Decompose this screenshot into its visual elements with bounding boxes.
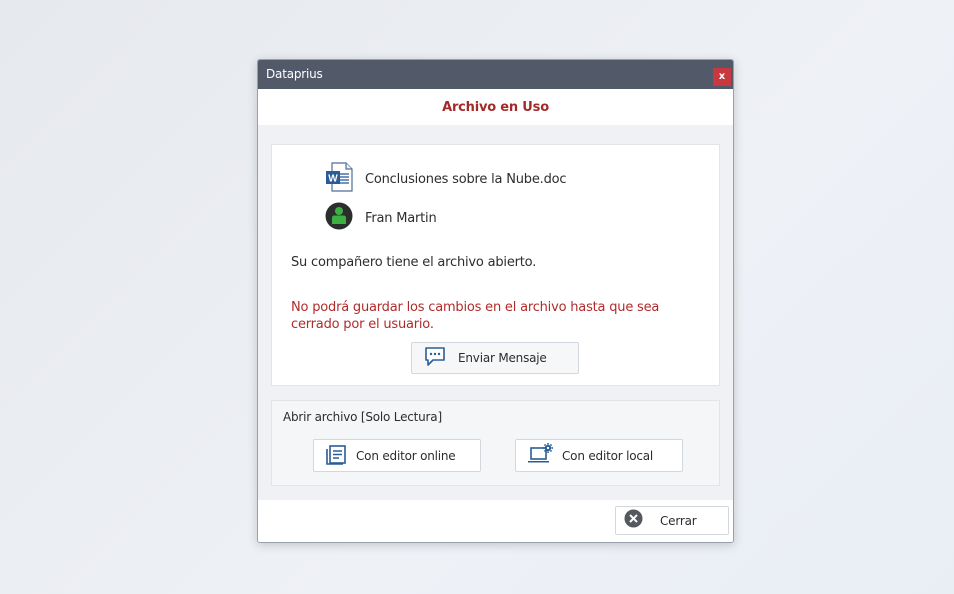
window-close-button[interactable]: x — [713, 68, 731, 86]
send-message-button[interactable]: Enviar Mensaje — [411, 342, 579, 374]
chat-message-icon — [425, 346, 445, 370]
open-readonly-title: Abrir archivo [Solo Lectura] — [283, 410, 442, 424]
local-editor-label: Con editor local — [562, 448, 654, 463]
svg-text:W: W — [328, 174, 338, 185]
file-in-use-dialog: Dataprius x Archivo en Uso W Conclusione… — [257, 59, 734, 543]
user-avatar-icon — [325, 202, 353, 234]
dialog-body: W Conclusiones sobre la Nube.doc Fran Ma… — [258, 125, 733, 500]
file-name: Conclusiones sobre la Nube.doc — [365, 171, 567, 187]
dialog-header: Archivo en Uso — [258, 89, 733, 125]
title-bar[interactable]: Dataprius x — [258, 60, 733, 89]
info-message: Su compañero tiene el archivo abierto. — [291, 255, 537, 270]
close-circle-icon — [624, 509, 643, 532]
warning-message: No podrá guardar los cambios en el archi… — [291, 300, 660, 332]
online-editor-button[interactable]: Con editor online — [313, 439, 481, 472]
dialog-footer: Cerrar — [258, 500, 733, 542]
open-readonly-panel: Abrir archivo [Solo Lectura] Con editor … — [271, 400, 720, 486]
window-title: Dataprius — [266, 67, 323, 81]
send-message-label: Enviar Mensaje — [458, 351, 547, 365]
online-editor-label: Con editor online — [356, 448, 456, 463]
online-editor-icon — [326, 443, 348, 469]
user-row: Fran Martin — [325, 202, 437, 234]
word-document-icon: W — [325, 162, 353, 196]
local-editor-button[interactable]: Con editor local — [515, 439, 683, 472]
file-row: W Conclusiones sobre la Nube.doc — [325, 162, 567, 196]
close-button[interactable]: Cerrar — [615, 506, 729, 535]
user-name: Fran Martin — [365, 210, 437, 226]
dialog-heading: Archivo en Uso — [442, 100, 549, 115]
file-info-panel: W Conclusiones sobre la Nube.doc Fran Ma… — [271, 144, 720, 386]
laptop-gear-icon — [528, 442, 554, 469]
close-label: Cerrar — [660, 513, 697, 528]
